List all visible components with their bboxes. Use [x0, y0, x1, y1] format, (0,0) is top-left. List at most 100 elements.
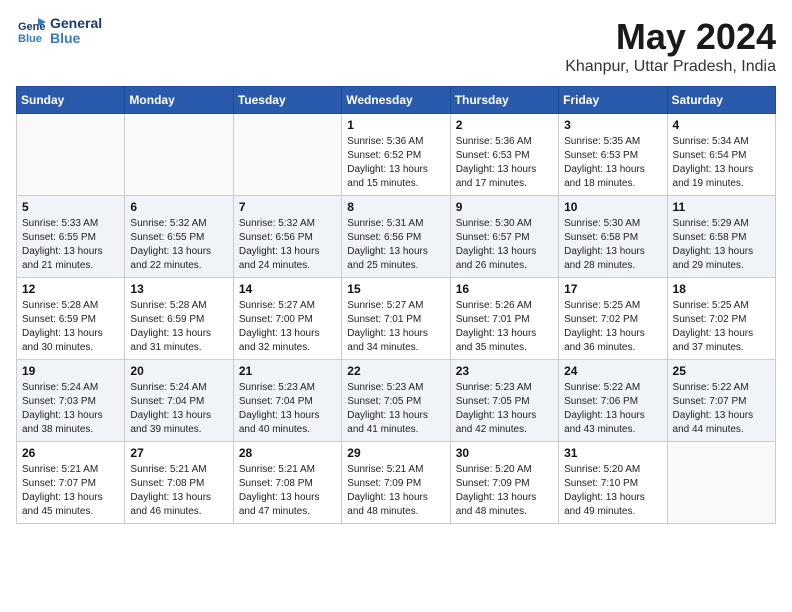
calendar-cell: 17 Sunrise: 5:25 AMSunset: 7:02 PMDayligh…: [559, 278, 667, 360]
day-number: 17: [564, 282, 661, 296]
calendar-cell: 9Sunrise: 5:30 AMSunset: 6:57 PMDaylight…: [450, 196, 558, 278]
weekday-header-friday: Friday: [559, 87, 667, 114]
day-number: 14: [239, 282, 336, 296]
calendar-cell: 18 Sunrise: 5:25 AMSunset: 7:02 PMDayligh…: [667, 278, 775, 360]
day-info: Sunrise: 5:33 AMSunset: 6:55 PMDaylight:…: [22, 217, 119, 273]
day-info: Sunrise: 5:28 AMSunset: 6:59 PMDaylight:…: [130, 299, 227, 355]
weekday-header-sunday: Sunday: [17, 87, 125, 114]
calendar-cell: 20Sunrise: 5:24 AMSunset: 7:04 PMDayligh…: [125, 360, 233, 442]
calendar-cell: [17, 114, 125, 196]
calendar-cell: 7Sunrise: 5:32 AMSunset: 6:56 PMDaylight…: [233, 196, 341, 278]
weekday-header-thursday: Thursday: [450, 87, 558, 114]
day-info: Sunrise: 5:22 AMSunset: 7:06 PMDaylight:…: [564, 381, 661, 437]
week-row-5: 26 Sunrise: 5:21 AMSunset: 7:07 PMDayligh…: [17, 442, 776, 524]
day-info: Sunrise: 5:21 AMSunset: 7:07 PMDaylight:…: [22, 463, 119, 519]
day-number: 28: [239, 446, 336, 460]
weekday-header-saturday: Saturday: [667, 87, 775, 114]
day-number: 21: [239, 364, 336, 378]
day-info: Sunrise: 5:32 AMSunset: 6:55 PMDaylight:…: [130, 217, 227, 273]
logo: General Blue General Blue: [16, 16, 102, 47]
day-info: Sunrise: 5:20 AMSunset: 7:09 PMDaylight:…: [456, 463, 553, 519]
calendar-cell: 16 Sunrise: 5:26 AMSunset: 7:01 PMDayligh…: [450, 278, 558, 360]
day-info: Sunrise: 5:36 AMSunset: 6:53 PMDaylight:…: [456, 135, 553, 191]
day-number: 13: [130, 282, 227, 296]
day-number: 15: [347, 282, 444, 296]
day-number: 25: [673, 364, 770, 378]
header: General Blue General Blue May 2024 Khanp…: [16, 16, 776, 76]
day-info: Sunrise: 5:24 AMSunset: 7:03 PMDaylight:…: [22, 381, 119, 437]
calendar-cell: 13 Sunrise: 5:28 AMSunset: 6:59 PMDayligh…: [125, 278, 233, 360]
calendar-cell: 4 Sunrise: 5:34 AMSunset: 6:54 PMDaylight…: [667, 114, 775, 196]
calendar-cell: 8 Sunrise: 5:31 AMSunset: 6:56 PMDaylight…: [342, 196, 450, 278]
calendar-cell: 31Sunrise: 5:20 AMSunset: 7:10 PMDayligh…: [559, 442, 667, 524]
weekday-header-monday: Monday: [125, 87, 233, 114]
day-number: 18: [673, 282, 770, 296]
day-number: 30: [456, 446, 553, 460]
week-row-4: 19 Sunrise: 5:24 AMSunset: 7:03 PMDayligh…: [17, 360, 776, 442]
week-row-1: 1 Sunrise: 5:36 AMSunset: 6:52 PMDaylight…: [17, 114, 776, 196]
weekday-header-tuesday: Tuesday: [233, 87, 341, 114]
calendar-cell: 28 Sunrise: 5:21 AMSunset: 7:08 PMDayligh…: [233, 442, 341, 524]
day-number: 19: [22, 364, 119, 378]
calendar-cell: 25 Sunrise: 5:22 AMSunset: 7:07 PMDayligh…: [667, 360, 775, 442]
day-number: 5: [22, 200, 119, 214]
day-info: Sunrise: 5:24 AMSunset: 7:04 PMDaylight:…: [130, 381, 227, 437]
calendar-cell: [233, 114, 341, 196]
calendar-cell: 21 Sunrise: 5:23 AMSunset: 7:04 PMDayligh…: [233, 360, 341, 442]
calendar-cell: 19 Sunrise: 5:24 AMSunset: 7:03 PMDayligh…: [17, 360, 125, 442]
calendar-cell: 3 Sunrise: 5:35 AMSunset: 6:53 PMDaylight…: [559, 114, 667, 196]
calendar-cell: 14 Sunrise: 5:27 AMSunset: 7:00 PMDayligh…: [233, 278, 341, 360]
calendar-cell: 27 Sunrise: 5:21 AMSunset: 7:08 PMDayligh…: [125, 442, 233, 524]
day-number: 16: [456, 282, 553, 296]
calendar-cell: 11 Sunrise: 5:29 AMSunset: 6:58 PMDayligh…: [667, 196, 775, 278]
calendar-cell: [125, 114, 233, 196]
day-info: Sunrise: 5:31 AMSunset: 6:56 PMDaylight:…: [347, 217, 444, 273]
day-info: Sunrise: 5:29 AMSunset: 6:58 PMDaylight:…: [673, 217, 770, 273]
location-title: Khanpur, Uttar Pradesh, India: [565, 58, 776, 76]
day-number: 11: [673, 200, 770, 214]
day-info: Sunrise: 5:23 AMSunset: 7:05 PMDaylight:…: [347, 381, 444, 437]
day-info: Sunrise: 5:36 AMSunset: 6:52 PMDaylight:…: [347, 135, 444, 191]
calendar-cell: 29Sunrise: 5:21 AMSunset: 7:09 PMDayligh…: [342, 442, 450, 524]
day-info: Sunrise: 5:23 AMSunset: 7:04 PMDaylight:…: [239, 381, 336, 437]
day-info: Sunrise: 5:32 AMSunset: 6:56 PMDaylight:…: [239, 217, 336, 273]
calendar-cell: 15Sunrise: 5:27 AMSunset: 7:01 PMDayligh…: [342, 278, 450, 360]
day-number: 2: [456, 118, 553, 132]
svg-text:Blue: Blue: [18, 33, 42, 45]
day-info: Sunrise: 5:23 AMSunset: 7:05 PMDaylight:…: [456, 381, 553, 437]
day-number: 3: [564, 118, 661, 132]
day-info: Sunrise: 5:22 AMSunset: 7:07 PMDaylight:…: [673, 381, 770, 437]
calendar-cell: 30 Sunrise: 5:20 AMSunset: 7:09 PMDayligh…: [450, 442, 558, 524]
day-info: Sunrise: 5:21 AMSunset: 7:08 PMDaylight:…: [130, 463, 227, 519]
day-number: 4: [673, 118, 770, 132]
day-info: Sunrise: 5:25 AMSunset: 7:02 PMDaylight:…: [564, 299, 661, 355]
calendar-cell: 2 Sunrise: 5:36 AMSunset: 6:53 PMDaylight…: [450, 114, 558, 196]
day-info: Sunrise: 5:28 AMSunset: 6:59 PMDaylight:…: [22, 299, 119, 355]
weekday-header-wednesday: Wednesday: [342, 87, 450, 114]
logo-general: General: [50, 16, 102, 31]
day-info: Sunrise: 5:26 AMSunset: 7:01 PMDaylight:…: [456, 299, 553, 355]
day-info: Sunrise: 5:35 AMSunset: 6:53 PMDaylight:…: [564, 135, 661, 191]
day-info: Sunrise: 5:21 AMSunset: 7:08 PMDaylight:…: [239, 463, 336, 519]
calendar-cell: 22 Sunrise: 5:23 AMSunset: 7:05 PMDayligh…: [342, 360, 450, 442]
title-section: May 2024 Khanpur, Uttar Pradesh, India: [565, 16, 776, 76]
calendar-cell: 5 Sunrise: 5:33 AMSunset: 6:55 PMDaylight…: [17, 196, 125, 278]
day-number: 24: [564, 364, 661, 378]
calendar-cell: 24 Sunrise: 5:22 AMSunset: 7:06 PMDayligh…: [559, 360, 667, 442]
day-number: 23: [456, 364, 553, 378]
calendar-cell: 26 Sunrise: 5:21 AMSunset: 7:07 PMDayligh…: [17, 442, 125, 524]
day-number: 27: [130, 446, 227, 460]
day-number: 8: [347, 200, 444, 214]
day-info: Sunrise: 5:25 AMSunset: 7:02 PMDaylight:…: [673, 299, 770, 355]
day-number: 1: [347, 118, 444, 132]
week-row-2: 5 Sunrise: 5:33 AMSunset: 6:55 PMDaylight…: [17, 196, 776, 278]
day-number: 26: [22, 446, 119, 460]
month-title: May 2024: [565, 16, 776, 58]
day-number: 9: [456, 200, 553, 214]
day-info: Sunrise: 5:27 AMSunset: 7:00 PMDaylight:…: [239, 299, 336, 355]
day-info: Sunrise: 5:34 AMSunset: 6:54 PMDaylight:…: [673, 135, 770, 191]
calendar-cell: [667, 442, 775, 524]
day-number: 22: [347, 364, 444, 378]
day-number: 10: [564, 200, 661, 214]
weekday-header-row: SundayMondayTuesdayWednesdayThursdayFrid…: [17, 87, 776, 114]
